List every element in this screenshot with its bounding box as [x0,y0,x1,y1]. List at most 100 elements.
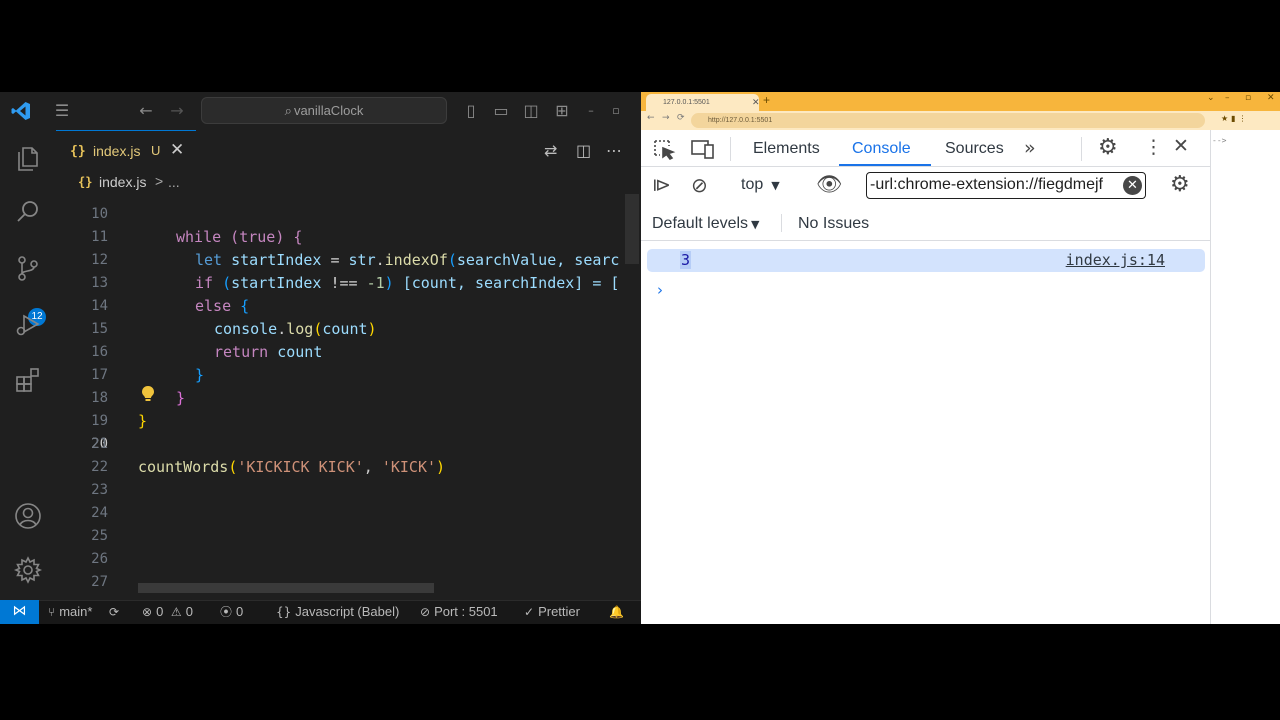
sync-icon[interactable]: ⟳ [109,601,123,623]
chrome-toolbar: ← → ⟳ http://127.0.0.1:5501 ★▮⋮ [641,111,1280,130]
close-tab-icon[interactable]: ✕ [752,94,760,111]
activity-bar: 12 [0,130,56,600]
explorer-icon[interactable] [12,142,44,174]
minimize-icon[interactable]: – [1225,93,1230,103]
tab-console[interactable]: Console [852,140,911,158]
tab-sources[interactable]: Sources [945,140,1004,158]
forward-arrow-icon[interactable]: → [166,100,188,122]
dropdown-arrow-icon: ▼ [771,179,780,192]
more-tabs-icon[interactable]: » [1024,137,1036,159]
extensions-icon[interactable]: ★▮⋮ [1221,114,1250,123]
device-toolbar-icon[interactable] [691,138,715,160]
forward-arrow-icon[interactable]: → [662,113,670,123]
minimize-icon[interactable]: – [580,100,602,122]
code-line: 13 else { [91,275,250,315]
clear-filter-icon[interactable]: ✕ [1123,176,1142,195]
page-side-text: --> [1212,136,1227,145]
run-debug-icon[interactable] [12,308,44,340]
breadcrumb: {} index.js > ... [56,172,641,194]
accounts-icon[interactable] [12,500,44,532]
issues-counter[interactable]: No Issues [798,215,869,233]
close-window-icon[interactable]: ✕ [1267,93,1275,103]
console-message-value: 3 [680,251,692,269]
tab-untracked-status: U [151,143,161,158]
more-actions-icon[interactable]: ⋯ [606,141,622,160]
console-prompt-chevron-icon[interactable]: › [657,281,663,299]
problems-status[interactable]: ⊗ 0 ⚠ 0 [142,601,193,623]
new-tab-icon[interactable]: + [763,93,770,107]
tab-index-js[interactable]: {} index.js U ✕ [56,130,196,172]
code-line: 15 return count [91,321,323,361]
dropdown-arrow-icon: ▼ [751,218,760,231]
maximize-icon[interactable]: ▫ [1245,93,1251,103]
split-editor-icon[interactable]: ◫ [576,141,591,160]
back-arrow-icon[interactable]: ← [647,113,655,123]
toggle-primary-sidebar-icon[interactable]: ▯ [460,100,482,122]
live-expression-eye-icon[interactable]: 👁 [816,172,843,197]
code-line: 17 } [91,367,186,407]
devtools-tabbar: Elements Console Sources » ⚙ ⋮ ✕ [641,130,1211,167]
search-view-icon[interactable] [12,196,44,228]
chevron-down-icon[interactable]: ⌄ [1207,93,1215,103]
compare-changes-icon[interactable]: ⇄ [544,141,557,160]
context-selector[interactable]: top ▼ [741,176,780,194]
code-line: 22 [91,459,108,475]
command-center-search[interactable]: ⌕ vanillaClock [201,97,447,124]
tab-elements[interactable]: Elements [753,140,820,158]
console-levels-bar: Default levels ▼ No Issues [641,205,1211,241]
clear-console-icon[interactable]: ⊘ [691,173,708,197]
lightbulb-icon[interactable] [141,385,155,403]
manage-gear-icon[interactable] [12,554,44,586]
remote-indicator-icon[interactable]: ⋈ [0,600,39,624]
ports-status[interactable]: ⦿ 0 [220,601,243,623]
braces-icon: {} [276,605,292,619]
show-sidebar-icon[interactable]: ⧐ [652,174,671,196]
code-line: 26 [91,551,108,567]
close-icon[interactable]: ✕ [170,140,184,160]
console-toolbar: ⧐ ⊘ top ▼ 👁 -url:chrome-extension://fiegd… [641,167,1211,205]
extensions-icon[interactable] [12,364,44,396]
close-devtools-icon[interactable]: ✕ [1173,135,1189,157]
horizontal-scrollbar[interactable] [138,583,434,593]
vscode-window: ☰ ← → ⌕ vanillaClock ▯ ▭ ◫ ⊞ – ▫ 12 {} i… [0,92,641,624]
maximize-icon[interactable]: ▫ [605,100,627,122]
customize-layout-icon[interactable]: ⊞ [551,100,573,122]
console-filter-input[interactable]: -url:chrome-extension://fiegdmejf [866,172,1146,199]
toggle-panel-icon[interactable]: ▭ [490,100,512,122]
git-branch-icon: ⑂ [48,605,56,619]
log-levels-dropdown[interactable]: Default levels ▼ [652,215,760,233]
chrome-tabstrip: 127.0.0.1:5501 ✕ + ⌄ – ▫ ✕ [641,92,1280,111]
console-settings-gear-icon[interactable]: ⚙ [1170,172,1190,197]
vertical-scrollbar[interactable] [625,194,639,264]
more-options-icon[interactable]: ⋮ [1144,136,1163,158]
console-message-source-link[interactable]: index.js:14 [1066,251,1165,269]
console-message[interactable]: 3 index.js:14 [647,249,1205,272]
back-arrow-icon[interactable]: ← [135,100,157,122]
branch-status[interactable]: ⑂ main* [48,601,92,623]
vscode-logo-icon [11,102,30,120]
browser-tab[interactable]: 127.0.0.1:5501 ✕ [646,94,760,111]
language-mode[interactable]: {} Javascript (Babel) [276,601,399,623]
code-line: 16 } [91,344,205,384]
code-editor[interactable]: 10 while (true) { 11 let startIndex = st… [56,194,641,600]
settings-gear-icon[interactable]: ⚙ [1098,135,1118,160]
menu-icon[interactable]: ☰ [51,100,73,122]
code-line-active: 20 countWords('KICKICK KICK', 'KICK') [91,436,446,476]
notifications-bell-icon[interactable]: 🔔 [609,601,628,623]
search-icon: ⌕ [284,104,292,119]
inspect-element-icon[interactable] [652,138,676,161]
source-control-icon[interactable] [12,252,44,284]
status-bar: ⋈ ⑂ main* ⟳ ⊗ 0 ⚠ 0 ⦿ 0 {} Javascript (Babel)… [0,600,641,624]
breadcrumb-more[interactable]: ... [168,174,180,190]
reload-icon[interactable]: ⟳ [677,113,685,123]
block-icon: ⊘ [420,605,431,619]
radio-tower-icon: ⦿ [220,605,233,619]
address-bar[interactable]: http://127.0.0.1:5501 [691,113,1205,128]
javascript-file-icon: {} [70,144,86,159]
prettier-status[interactable]: ✓ Prettier [524,601,580,623]
code-line: 14 console.log(count) [91,298,377,338]
breadcrumb-file[interactable]: index.js [99,174,146,190]
toggle-secondary-sidebar-icon[interactable]: ◫ [520,100,542,122]
code-line: 25 [91,528,108,544]
live-server-port[interactable]: ⊘ Port : 5501 [420,601,498,623]
